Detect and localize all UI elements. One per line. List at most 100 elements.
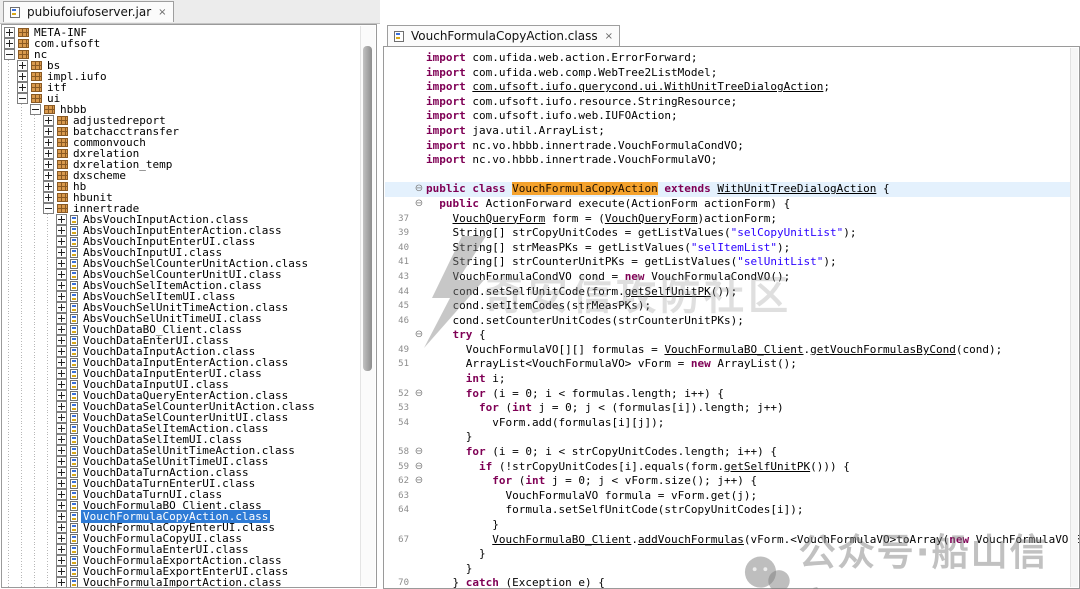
- right-editor-tab[interactable]: VouchFormulaCopyAction.class ×: [387, 25, 620, 46]
- expand-icon[interactable]: [56, 335, 67, 346]
- fold-collapse-icon[interactable]: ⊖: [412, 197, 426, 212]
- tab-close-icon[interactable]: ×: [158, 7, 166, 18]
- expand-icon[interactable]: [56, 467, 67, 478]
- expand-icon[interactable]: [56, 445, 67, 456]
- fold-collapse-icon[interactable]: ⊖: [412, 460, 426, 475]
- expand-icon[interactable]: [56, 544, 67, 555]
- expand-icon[interactable]: [56, 357, 67, 368]
- tree-item[interactable]: hbbb: [4, 104, 360, 115]
- expand-icon[interactable]: [43, 181, 54, 192]
- expand-icon[interactable]: [56, 566, 67, 577]
- expand-icon[interactable]: [56, 434, 67, 445]
- expand-icon[interactable]: [56, 225, 67, 236]
- tree-item[interactable]: dxscheme: [4, 170, 360, 181]
- tree-item[interactable]: adjustedreport: [4, 115, 360, 126]
- tree-item[interactable]: VouchFormulaImportAction.class: [4, 577, 360, 588]
- tree-scrollbar-thumb[interactable]: [363, 46, 372, 371]
- expand-icon[interactable]: [56, 280, 67, 291]
- expand-icon[interactable]: [56, 423, 67, 434]
- code-text: }: [426, 562, 472, 577]
- expand-icon[interactable]: [43, 115, 54, 126]
- expand-icon[interactable]: [56, 577, 67, 588]
- expand-icon[interactable]: [17, 82, 28, 93]
- expand-icon[interactable]: [4, 27, 15, 38]
- expand-icon[interactable]: [56, 214, 67, 225]
- tree-scrollbar[interactable]: [360, 26, 375, 586]
- expand-icon[interactable]: [56, 500, 67, 511]
- expand-icon[interactable]: [56, 522, 67, 533]
- tree-indent-guide: [4, 346, 17, 357]
- fold-collapse-icon[interactable]: ⊖: [412, 328, 426, 343]
- collapse-icon[interactable]: [43, 203, 54, 214]
- expand-icon[interactable]: [56, 401, 67, 412]
- tree-indent-guide: [17, 170, 30, 181]
- overview-ruler[interactable]: [1070, 48, 1078, 587]
- tree-item[interactable]: com.ufsoft: [4, 38, 360, 49]
- expand-icon[interactable]: [56, 412, 67, 423]
- code-line: 41 String[] strCounterUnitPKs = getListV…: [385, 255, 1071, 270]
- collapse-icon[interactable]: [17, 93, 28, 104]
- fold-collapse-icon[interactable]: ⊖: [412, 445, 426, 460]
- expand-icon[interactable]: [43, 159, 54, 170]
- expand-icon[interactable]: [43, 170, 54, 181]
- tree-item[interactable]: dxrelation_temp: [4, 159, 360, 170]
- tree-item[interactable]: hb: [4, 181, 360, 192]
- tree-indent-guide: [43, 236, 56, 247]
- tree-indent-guide: [4, 335, 17, 346]
- expand-icon[interactable]: [56, 511, 67, 522]
- expand-icon[interactable]: [4, 38, 15, 49]
- tree-indent-guide: [43, 401, 56, 412]
- code-editor[interactable]: import com.ufida.web.action.ErrorForward…: [383, 46, 1080, 589]
- expand-icon[interactable]: [56, 291, 67, 302]
- expand-icon[interactable]: [56, 269, 67, 280]
- tree-indent-guide: [43, 258, 56, 269]
- code-token: ())) {: [810, 460, 850, 473]
- right-tab-bar: VouchFormulaCopyAction.class ×: [383, 24, 1080, 46]
- left-editor-tab[interactable]: pubiufoiufoserver.jar ×: [3, 1, 174, 22]
- tree-indent-guide: [43, 324, 56, 335]
- code-token: "selCopyUnitList": [731, 226, 844, 239]
- tab-close-icon[interactable]: ×: [605, 31, 613, 42]
- jar-tree-panel: META-INFcom.ufsoftncbsimpl.iufoitfuihbbb…: [1, 24, 377, 588]
- expand-icon[interactable]: [56, 379, 67, 390]
- collapse-icon[interactable]: [4, 49, 15, 60]
- expand-icon[interactable]: [56, 346, 67, 357]
- line-number: 64: [385, 503, 412, 518]
- expand-icon[interactable]: [17, 71, 28, 82]
- expand-icon[interactable]: [56, 478, 67, 489]
- expand-icon[interactable]: [56, 247, 67, 258]
- fold-collapse-icon[interactable]: ⊖: [412, 387, 426, 402]
- fold-collapse-icon[interactable]: ⊖: [412, 474, 426, 489]
- tree-item[interactable]: dxrelation: [4, 148, 360, 159]
- tree-indent-guide: [30, 423, 43, 434]
- expand-icon[interactable]: [56, 489, 67, 500]
- expand-icon[interactable]: [17, 60, 28, 71]
- tree-item[interactable]: batchacctransfer: [4, 126, 360, 137]
- tree-item[interactable]: hbunit: [4, 192, 360, 203]
- expand-icon[interactable]: [56, 456, 67, 467]
- expand-icon[interactable]: [56, 368, 67, 379]
- expand-icon[interactable]: [56, 313, 67, 324]
- tree-item[interactable]: commonvouch: [4, 137, 360, 148]
- code-text: import com.ufsoft.iufo.querycond.ui.With…: [426, 80, 830, 95]
- expand-icon[interactable]: [43, 148, 54, 159]
- fold-collapse-icon[interactable]: ⊖: [412, 182, 426, 197]
- tree-indent-guide: [4, 93, 17, 104]
- expand-icon[interactable]: [56, 236, 67, 247]
- code-indent: [426, 212, 453, 225]
- expand-icon[interactable]: [43, 126, 54, 137]
- code-line: }: [385, 430, 1071, 445]
- collapse-icon[interactable]: [30, 104, 41, 115]
- code-text: } catch (Exception e) {: [426, 576, 605, 589]
- expand-icon[interactable]: [56, 302, 67, 313]
- expand-icon[interactable]: [56, 533, 67, 544]
- code-indent: [426, 474, 492, 487]
- tree-indent-guide: [43, 280, 56, 291]
- expand-icon[interactable]: [43, 192, 54, 203]
- tree-indent-guide: [4, 291, 17, 302]
- expand-icon[interactable]: [56, 555, 67, 566]
- expand-icon[interactable]: [43, 137, 54, 148]
- expand-icon[interactable]: [56, 390, 67, 401]
- expand-icon[interactable]: [56, 324, 67, 335]
- expand-icon[interactable]: [56, 258, 67, 269]
